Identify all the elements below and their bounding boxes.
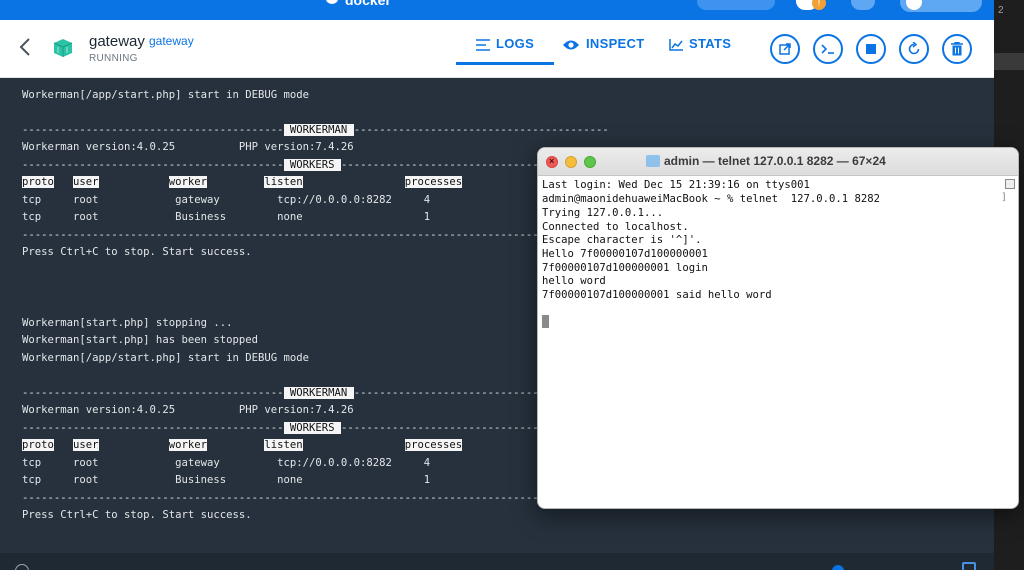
container-header: gateway gateway RUNNING LOGS INSPECT STA… xyxy=(0,20,994,78)
tab-stats[interactable]: STATS xyxy=(669,36,731,56)
col-header: processes xyxy=(404,439,463,451)
col-header: listen xyxy=(264,176,303,188)
log-separator: ----------------------------------------… xyxy=(22,229,590,241)
open-in-browser-icon xyxy=(779,43,791,55)
col-header: listen xyxy=(264,439,303,451)
log-separator: ----------------------------------------… xyxy=(22,492,590,504)
docker-logo: docker xyxy=(345,0,391,8)
copy-icon[interactable] xyxy=(962,562,976,570)
eye-icon xyxy=(563,40,579,50)
stop-icon xyxy=(866,44,876,54)
log-line: Press Ctrl+C to stop. Start success. xyxy=(22,509,252,521)
folder-icon xyxy=(646,155,660,167)
terminal-line: 7f00000107d100000001 said hello word xyxy=(542,289,772,301)
scroll-marker-icon[interactable] xyxy=(1005,179,1015,189)
terminal-line: admin@maonidehuaweiMacBook ~ % telnet 12… xyxy=(542,193,881,205)
chevron-left-icon xyxy=(19,38,30,56)
back-button[interactable] xyxy=(18,36,40,60)
workers-heading: WORKERS xyxy=(283,422,341,434)
log-line: proto user worker listen processes xyxy=(22,176,463,188)
log-line: tcp root gateway tcp://0.0.0.0:8282 4 xyxy=(22,194,431,206)
log-line: ----------------------------------------… xyxy=(22,422,602,434)
log-line: tcp root gateway tcp://0.0.0.0:8282 4 xyxy=(22,457,431,469)
log-line: proto user worker listen processes xyxy=(22,439,463,451)
tab-logs-label: LOGS xyxy=(496,36,535,51)
col-header: proto xyxy=(22,176,54,188)
log-line: Workerman[/app/start.php] start in DEBUG… xyxy=(22,352,310,364)
col-header: user xyxy=(73,439,99,451)
log-separator: ----------------------------------------… xyxy=(22,124,284,136)
col-header: worker xyxy=(168,439,207,451)
docker-top-bar xyxy=(0,0,994,20)
workerman-heading: WORKERMAN xyxy=(283,124,354,136)
delete-icon xyxy=(951,42,963,56)
terminal-line: hello word xyxy=(542,275,606,287)
log-footer xyxy=(0,553,994,570)
log-line: ----------------------------------------… xyxy=(22,124,609,136)
log-line: Workerman[start.php] stopping ... xyxy=(22,317,233,329)
workers-label: WORKERS xyxy=(289,159,335,171)
workerman-heading: WORKERMAN xyxy=(283,387,354,399)
terminal-line: Hello 7f00000107d100000001 xyxy=(542,248,708,260)
col-header: worker xyxy=(168,176,207,188)
tab-inspect[interactable]: INSPECT xyxy=(562,36,644,56)
workers-heading: WORKERS xyxy=(283,159,341,171)
open-in-browser-button[interactable] xyxy=(770,34,800,64)
toggle-icon[interactable] xyxy=(832,565,844,570)
log-line: Workerman version:4.0.25 PHP version:7.4… xyxy=(22,141,354,153)
terminal-cursor xyxy=(542,315,549,328)
terminal-line: Connected to localhost. xyxy=(542,221,689,233)
container-icon xyxy=(52,38,74,58)
terminal-title: admin — telnet 127.0.0.1 8282 — 67×24 xyxy=(664,154,886,168)
log-line: ----------------------------------------… xyxy=(22,159,602,171)
log-line: Workerman[start.php] has been stopped xyxy=(22,334,258,346)
minimize-window-button[interactable] xyxy=(565,156,577,168)
log-separator: ----------------------------------------… xyxy=(22,387,284,399)
list-icon xyxy=(476,39,490,51)
stop-button[interactable] xyxy=(856,34,886,64)
upgrade-button[interactable] xyxy=(697,0,775,10)
terminal-titlebar[interactable]: × admin — telnet 127.0.0.1 8282 — 67×24 xyxy=(538,148,1018,176)
log-line: tcp root Business none 1 xyxy=(22,211,431,223)
container-name: gateway xyxy=(89,33,145,50)
log-line: ----------------------------------------… xyxy=(22,387,609,399)
log-separator: ----------------------------------------… xyxy=(22,159,284,171)
terminal-line: 7f00000107d100000001 login xyxy=(542,262,708,274)
bracket-marker: ] xyxy=(1001,192,1008,203)
workerman-label: WORKERMAN xyxy=(289,387,348,399)
terminal-line: Trying 127.0.0.1... xyxy=(542,207,664,219)
line-number: 2 xyxy=(998,5,1004,16)
cli-icon xyxy=(821,44,834,54)
log-line: Workerman version:4.0.25 PHP version:7.4… xyxy=(22,404,354,416)
terminal-line: Last login: Wed Dec 15 21:39:16 on ttys0… xyxy=(542,179,810,191)
workerman-label: WORKERMAN xyxy=(289,124,348,136)
terminal-line: Escape character is '^]'. xyxy=(542,234,702,246)
close-icon: × xyxy=(549,156,555,166)
tab-stats-label: STATS xyxy=(689,36,732,51)
maximize-window-button[interactable] xyxy=(584,156,596,168)
col-header: user xyxy=(73,176,99,188)
col-header: processes xyxy=(404,176,463,188)
cli-button[interactable] xyxy=(813,34,843,64)
chart-icon xyxy=(669,39,683,51)
log-line: Press Ctrl+C to stop. Start success. xyxy=(22,246,252,258)
workers-label: WORKERS xyxy=(289,422,335,434)
status-badge: RUNNING xyxy=(89,53,138,64)
restart-icon xyxy=(908,42,920,55)
log-separator: ----------------------------------------… xyxy=(22,422,284,434)
tab-inspect-label: INSPECT xyxy=(586,36,645,51)
close-window-button[interactable]: × xyxy=(546,156,558,168)
terminal-body[interactable]: Last login: Wed Dec 15 21:39:16 on ttys0… xyxy=(538,176,1018,508)
log-separator: ---------------------------------------- xyxy=(353,124,609,136)
terminal-window[interactable]: × admin — telnet 127.0.0.1 8282 — 67×24 … xyxy=(537,147,1019,509)
log-line: tcp root Business none 1 xyxy=(22,474,431,486)
image-link[interactable]: gateway xyxy=(149,34,194,48)
restart-button[interactable] xyxy=(899,34,929,64)
tab-logs[interactable]: LOGS xyxy=(476,36,534,56)
col-header: proto xyxy=(22,439,54,451)
active-tab-indicator xyxy=(456,62,554,65)
editor-highlight-band xyxy=(994,53,1024,70)
delete-button[interactable] xyxy=(942,34,972,64)
log-line: Workerman[/app/start.php] start in DEBUG… xyxy=(22,89,310,101)
